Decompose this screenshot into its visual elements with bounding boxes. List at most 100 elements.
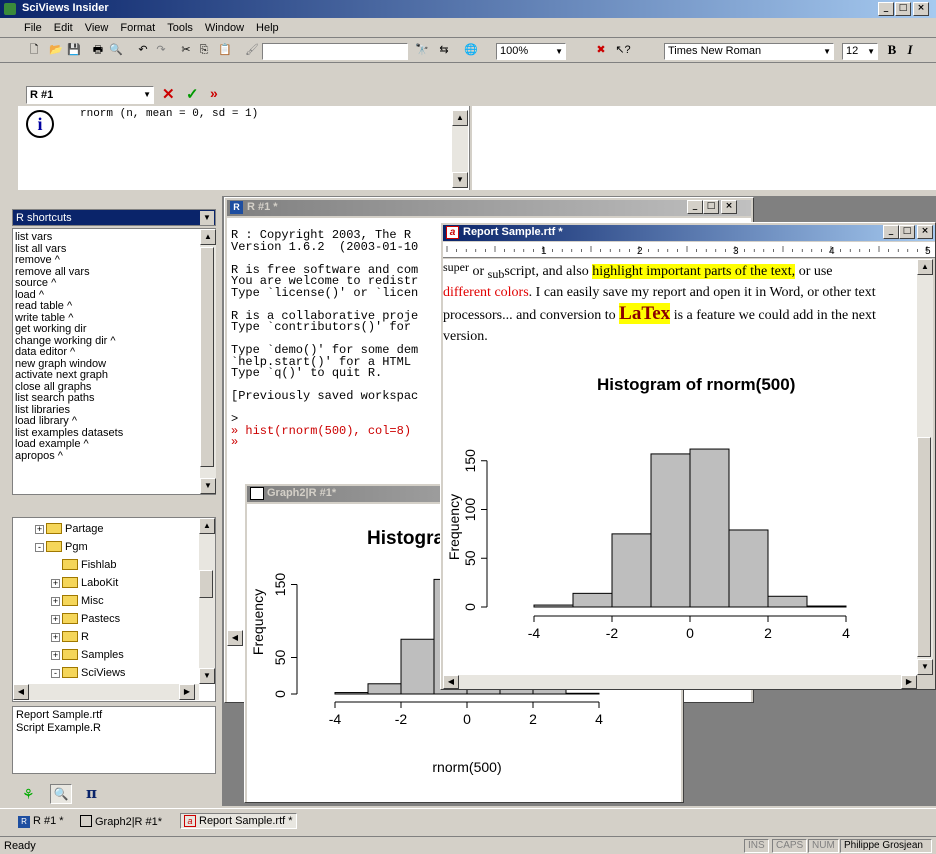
menu-window[interactable]: Window (199, 19, 250, 37)
close-button[interactable]: × (913, 2, 929, 16)
print-preview-icon[interactable]: 🔍 (108, 41, 124, 61)
console-hscroll-arrow[interactable]: ◀ (227, 630, 243, 646)
shortcut-item[interactable]: apropos ^ (13, 450, 215, 463)
run-arrow[interactable]: » (210, 85, 218, 101)
tree-item[interactable]: + Partage (15, 520, 201, 538)
tab-report[interactable]: a Report Sample.rtf * (180, 813, 297, 829)
console-minimize[interactable]: _ (687, 200, 703, 214)
command-combo[interactable]: R #1 ▼ (26, 86, 154, 104)
copy-icon[interactable]: ⎘ (196, 41, 212, 61)
tree-item[interactable]: Fishlab (15, 556, 201, 574)
report-vscroll[interactable]: ▲ ▼ (917, 259, 933, 675)
expand-icon[interactable]: + (35, 524, 44, 534)
tree-item[interactable]: + R (15, 628, 201, 646)
tree-label: Partage (65, 523, 104, 535)
new-doc-icon[interactable]: 🗋 (26, 41, 42, 61)
expand-icon[interactable]: + (51, 632, 60, 642)
r-icon: R (230, 201, 243, 214)
size-select[interactable]: 12 ▼ (842, 43, 878, 60)
shortcut-item[interactable]: data editor ^ (13, 346, 215, 359)
tree-item[interactable]: + Misc (15, 592, 201, 610)
help-cursor-icon[interactable]: ↖? (612, 41, 634, 61)
paste-icon[interactable]: 📋 (214, 41, 236, 61)
tree-item[interactable]: + LaboKit (15, 574, 201, 592)
cut-icon[interactable]: ✂ (178, 41, 194, 61)
minimize-button[interactable]: _ (878, 2, 894, 16)
menu-view[interactable]: View (79, 19, 115, 37)
menu-file[interactable]: File (18, 19, 48, 37)
explorer-icon[interactable]: 🔍 (50, 784, 72, 804)
find-icon[interactable]: 🔭 (412, 41, 432, 61)
tree-item[interactable]: + Pastecs (15, 610, 201, 628)
print-icon[interactable]: 🖶 (90, 41, 106, 61)
shortcut-item[interactable]: activate next graph (13, 369, 215, 382)
expand-icon[interactable]: + (51, 578, 60, 588)
tools-icon[interactable]: ✖ (592, 41, 610, 61)
expand-icon[interactable]: - (35, 542, 44, 552)
format-painter-icon[interactable]: 🖌 (244, 41, 260, 61)
font-select[interactable]: Times New Roman ▼ (664, 43, 834, 60)
console-close[interactable]: × (721, 200, 737, 214)
tree-item[interactable]: + Samples (15, 646, 201, 664)
report-minimize[interactable]: _ (883, 225, 899, 239)
save-icon[interactable]: 💾 (66, 41, 82, 61)
web-icon[interactable]: 🌐 (462, 41, 480, 61)
console-maximize[interactable]: □ (703, 200, 719, 214)
tree-vscroll[interactable]: ▲ ▼ (199, 518, 215, 684)
shortcut-item[interactable]: remove ^ (13, 254, 215, 267)
expand-icon[interactable]: - (51, 668, 60, 678)
command-editor[interactable]: i rnorm (n, mean = 0, sd = 1) ▲ ▼ (18, 106, 470, 190)
tree-item[interactable]: - SciViews (15, 664, 201, 682)
command-scrollbar[interactable]: ▲ ▼ (452, 110, 468, 188)
shortcut-item[interactable]: list vars (13, 231, 215, 244)
expand-icon[interactable]: + (51, 596, 60, 606)
shortcuts-combo[interactable]: R shortcuts ▼ (12, 209, 216, 226)
italic-button[interactable]: I (902, 41, 918, 61)
shortcut-item[interactable]: list search paths (13, 392, 215, 405)
tree-label: Fishlab (81, 559, 117, 571)
report-document[interactable]: super or subscript, and also highlight i… (443, 259, 917, 675)
cancel-icon[interactable]: ✕ (162, 85, 175, 103)
undo-icon[interactable]: ↶ (135, 41, 151, 61)
tree-hscroll[interactable]: ◀ ▶ (13, 684, 199, 700)
replace-icon[interactable]: ⇆ (436, 41, 452, 61)
menu-help[interactable]: Help (250, 19, 285, 37)
app-title: SciViews Insider (22, 2, 109, 14)
hist-bar (334, 692, 369, 695)
tab-graph2[interactable]: Graph2|R #1* (80, 815, 162, 828)
expand-icon[interactable]: + (51, 650, 60, 660)
y-tick-label: 0 (272, 690, 288, 698)
objects-icon[interactable]: ⚘ (22, 786, 35, 803)
redo-icon[interactable]: ↷ (153, 41, 169, 61)
hist-bar (533, 604, 574, 608)
shortcut-item[interactable]: source ^ (13, 277, 215, 290)
window-tabs: RR #1 * Graph2|R #1* a Report Sample.rtf … (0, 808, 936, 834)
shortcut-item[interactable]: load library ^ (13, 415, 215, 428)
pi-icon[interactable]: π (86, 784, 97, 802)
expand-icon[interactable]: + (51, 614, 60, 624)
tree-item[interactable]: - Pgm (15, 538, 201, 556)
menu-edit[interactable]: Edit (48, 19, 79, 37)
report-hscroll[interactable]: ◀ ▶ (443, 675, 917, 689)
maximize-button[interactable]: □ (895, 2, 911, 16)
toolbar: 🗋 📂 💾 🖶 🔍 ↶ ↷ ✂ ⎘ 📋 🖌 🔭 ⇆ 🌐 100% ▼ ✖ ↖? T… (0, 39, 936, 63)
tab-console[interactable]: RR #1 * (18, 815, 64, 828)
open-icon[interactable]: 📂 (48, 41, 64, 61)
hist-bar (572, 592, 613, 608)
shortcuts-scrollbar[interactable]: ▲ ▼ (200, 229, 216, 494)
bold-button[interactable]: B (884, 41, 900, 61)
shortcut-item[interactable]: get working dir (13, 323, 215, 336)
report-maximize[interactable]: □ (899, 225, 915, 239)
menu-tools[interactable]: Tools (161, 19, 199, 37)
y-tick-label: 150 (272, 573, 288, 597)
toolbar-combo[interactable] (262, 43, 408, 60)
file-item[interactable]: Report Sample.rtf (16, 709, 212, 722)
report-tab-icon: a (184, 815, 196, 827)
report-close[interactable]: × (917, 225, 933, 239)
shortcut-item[interactable]: load example ^ (13, 438, 215, 451)
shortcut-item[interactable]: read table ^ (13, 300, 215, 313)
zoom-select[interactable]: 100% ▼ (496, 43, 566, 60)
menu-format[interactable]: Format (114, 19, 161, 37)
accept-icon[interactable]: ✓ (186, 85, 199, 103)
file-item[interactable]: Script Example.R (16, 722, 212, 735)
